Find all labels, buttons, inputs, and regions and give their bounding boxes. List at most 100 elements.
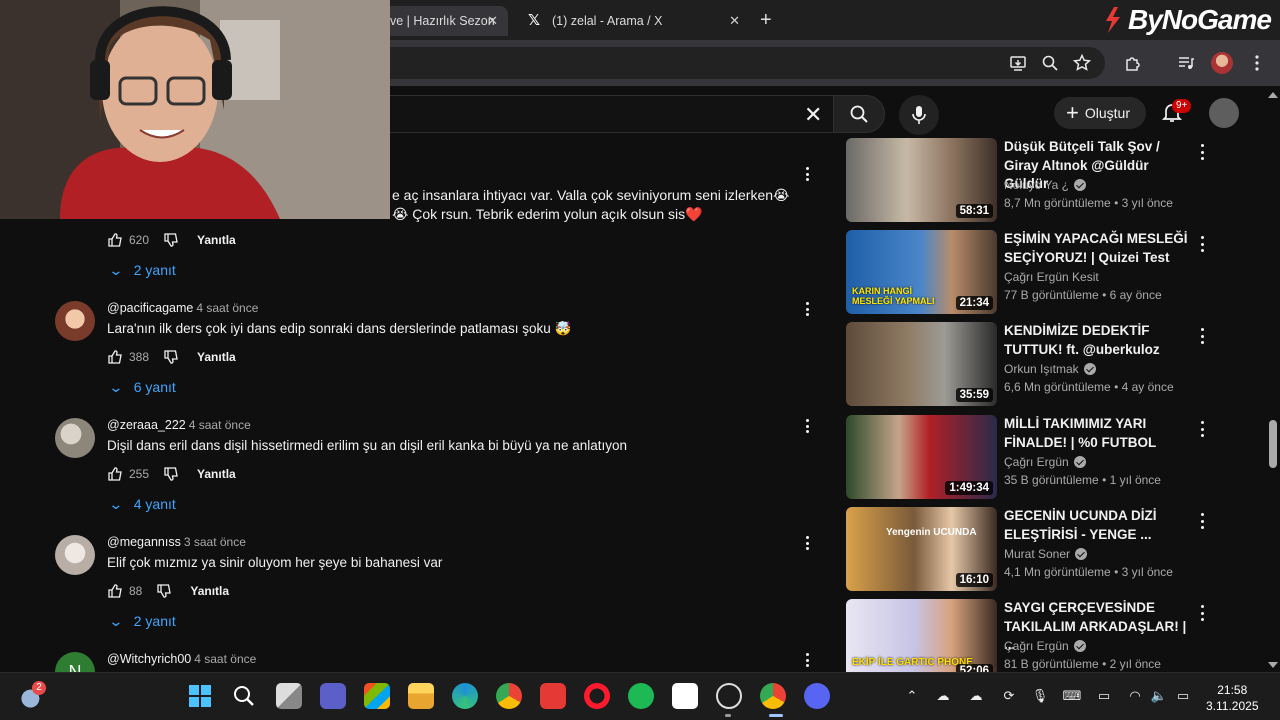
reply-button[interactable]: Yanıtla bbox=[197, 350, 236, 364]
reply-button[interactable]: Yanıtla bbox=[197, 233, 236, 247]
chrome-profile-icon[interactable] bbox=[760, 683, 786, 709]
avatar[interactable] bbox=[55, 418, 95, 458]
search-icon[interactable] bbox=[231, 683, 257, 709]
voice-search-button[interactable] bbox=[899, 95, 939, 135]
video-thumbnail[interactable]: 1:49:34 bbox=[846, 415, 997, 499]
video-menu-icon[interactable] bbox=[1198, 513, 1206, 529]
word-document-icon[interactable] bbox=[672, 683, 698, 709]
close-tab-icon[interactable]: ✕ bbox=[729, 13, 740, 29]
reply-button[interactable]: Yanıtla bbox=[197, 467, 236, 481]
dislike-icon[interactable] bbox=[163, 349, 179, 365]
chatgpt-icon[interactable] bbox=[716, 683, 742, 709]
recommended-video[interactable]: 1:49:34 MİLLİ TAKIMIMIZ YARI FİNALDE! | … bbox=[846, 415, 1212, 499]
avatar[interactable]: N bbox=[55, 652, 95, 672]
scrollbar-thumb[interactable] bbox=[1269, 420, 1277, 468]
zoom-icon[interactable] bbox=[1038, 51, 1062, 75]
scroll-down-icon[interactable] bbox=[1268, 662, 1278, 668]
install-app-icon[interactable] bbox=[1006, 51, 1030, 75]
view-replies-button[interactable]: ⌄ 6 yanıt bbox=[108, 377, 176, 397]
view-replies-button[interactable]: ⌄ 2 yanıt bbox=[108, 611, 176, 631]
cloud-sync-icon[interactable]: ☁ bbox=[934, 687, 952, 705]
media-control-icon[interactable] bbox=[1174, 51, 1198, 75]
tab-x-search[interactable]: 𝕏 (1) zelal - Arama / X ✕ bbox=[514, 6, 750, 36]
video-title[interactable]: MİLLİ TAKIMIMIZ YARI FİNALDE! | %0 FUTBO… bbox=[1004, 415, 1189, 452]
comment-menu-icon[interactable] bbox=[799, 652, 815, 668]
discord-icon[interactable] bbox=[804, 683, 830, 709]
account-avatar[interactable] bbox=[1209, 98, 1239, 128]
volume-icon[interactable]: 🔈 bbox=[1150, 687, 1168, 705]
channel-name[interactable]: Orkun Işıtmak bbox=[1004, 362, 1096, 376]
browser-menu-icon[interactable] bbox=[1245, 51, 1269, 75]
video-title[interactable]: GECENİN UCUNDA DİZİ ELEŞTİRİSİ - YENGE .… bbox=[1004, 507, 1189, 544]
spotify-icon[interactable] bbox=[628, 683, 654, 709]
dislike-icon[interactable] bbox=[163, 232, 179, 248]
recommended-video[interactable]: KARIN HANGİ MESLEĞİ YAPMALI 21:34 EŞİMİN… bbox=[846, 230, 1212, 314]
video-thumbnail[interactable]: 35:59 bbox=[846, 322, 997, 406]
video-menu-icon[interactable] bbox=[1198, 236, 1206, 252]
recommended-video[interactable]: EKİP İLE GARTIC PHONE 52:06 SAYGI ÇERÇEV… bbox=[846, 599, 1212, 683]
address-bar[interactable] bbox=[380, 47, 1105, 79]
opera-icon[interactable] bbox=[584, 683, 610, 709]
video-menu-icon[interactable] bbox=[1198, 328, 1206, 344]
sync-icon[interactable]: ⟳ bbox=[1000, 687, 1018, 705]
wifi-icon[interactable]: ◠ bbox=[1126, 687, 1144, 705]
comment-menu-icon[interactable] bbox=[799, 301, 815, 317]
teams-icon[interactable] bbox=[320, 683, 346, 709]
avatar[interactable] bbox=[55, 301, 95, 341]
recommended-video[interactable]: 35:59 KENDİMİZE DEDEKTİF TUTTUK! ft. @ub… bbox=[846, 322, 1212, 406]
clear-search-icon[interactable]: ✕ bbox=[804, 102, 822, 128]
task-view-icon[interactable] bbox=[276, 683, 302, 709]
video-thumbnail[interactable]: 58:31 bbox=[846, 138, 997, 222]
comment-menu-icon[interactable] bbox=[799, 535, 815, 551]
keyboard-icon[interactable]: ⌨ bbox=[1063, 687, 1082, 705]
start-icon[interactable] bbox=[187, 683, 213, 709]
comment-author[interactable]: @megannıss 3 saat önce bbox=[107, 535, 246, 549]
recommended-video[interactable]: Yengenin UCUNDA 16:10 GECENİN UCUNDA DİZ… bbox=[846, 507, 1212, 591]
channel-name[interactable]: Çağrı Ergün bbox=[1004, 639, 1086, 653]
onedrive-icon[interactable]: ☁ bbox=[967, 687, 985, 705]
view-replies-button[interactable]: ⌄ 2 yanıt bbox=[108, 260, 176, 280]
tab-youtube[interactable]: ve | Hazırlık Sezon ✕ bbox=[380, 6, 508, 36]
video-title[interactable]: KENDİMİZE DEDEKTİF TUTTUK! ft. @uberkulo… bbox=[1004, 322, 1189, 359]
avatar[interactable] bbox=[55, 535, 95, 575]
like-icon[interactable] bbox=[107, 583, 123, 599]
close-tab-icon[interactable]: ✕ bbox=[487, 13, 498, 29]
video-menu-icon[interactable] bbox=[1198, 421, 1206, 437]
like-icon[interactable] bbox=[107, 349, 123, 365]
channel-name[interactable]: Çağrı Ergün bbox=[1004, 455, 1086, 469]
store-icon[interactable] bbox=[364, 683, 390, 709]
taskbar-clock[interactable]: 21:58 3.11.2025 bbox=[1206, 682, 1259, 714]
scroll-up-icon[interactable] bbox=[1268, 92, 1278, 98]
profile-avatar[interactable] bbox=[1210, 51, 1234, 75]
dislike-icon[interactable] bbox=[163, 466, 179, 482]
search-input[interactable] bbox=[380, 95, 833, 133]
dislike-icon[interactable] bbox=[156, 583, 172, 599]
reply-button[interactable]: Yanıtla bbox=[190, 584, 229, 598]
like-icon[interactable] bbox=[107, 466, 123, 482]
new-tab-button[interactable]: + bbox=[760, 9, 772, 32]
recommended-video[interactable]: 58:31 Düşük Bütçeli Talk Şov / Giray Alt… bbox=[846, 138, 1212, 222]
search-button[interactable] bbox=[833, 95, 885, 133]
microphone-icon[interactable]: 🎙 bbox=[1031, 687, 1049, 705]
comment-menu-icon[interactable] bbox=[799, 418, 815, 434]
file-explorer-icon[interactable] bbox=[408, 683, 434, 709]
comment-author[interactable]: @Witchyrich00 4 saat önce bbox=[107, 652, 256, 666]
video-title[interactable]: EŞİMİN YAPACAĞI MESLEĞİ SEÇİYORUZ! | Qui… bbox=[1004, 230, 1189, 267]
comment-menu-icon[interactable] bbox=[799, 166, 815, 182]
video-menu-icon[interactable] bbox=[1198, 605, 1206, 621]
video-thumbnail[interactable]: Yengenin UCUNDA 16:10 bbox=[846, 507, 997, 591]
bookmark-star-icon[interactable] bbox=[1070, 51, 1094, 75]
channel-name[interactable]: Çağrı Ergün Kesit bbox=[1004, 270, 1099, 284]
chrome-icon[interactable] bbox=[496, 683, 522, 709]
video-thumbnail[interactable]: EKİP İLE GARTIC PHONE 52:06 bbox=[846, 599, 997, 672]
show-hidden-icons[interactable]: ⌃ bbox=[903, 687, 921, 705]
like-icon[interactable] bbox=[107, 232, 123, 248]
video-menu-icon[interactable] bbox=[1198, 144, 1206, 160]
comment-author[interactable]: @pacificagame 4 saat önce bbox=[107, 301, 258, 315]
battery-icon[interactable]: ▭ bbox=[1174, 687, 1192, 705]
display-icon[interactable]: ▭ bbox=[1095, 687, 1113, 705]
view-replies-button[interactable]: ⌄ 4 yanıt bbox=[108, 494, 176, 514]
create-button[interactable]: + Oluştur bbox=[1054, 97, 1146, 129]
comment-author[interactable]: @zeraaa_222 4 saat önce bbox=[107, 418, 251, 432]
extensions-icon[interactable] bbox=[1121, 51, 1145, 75]
